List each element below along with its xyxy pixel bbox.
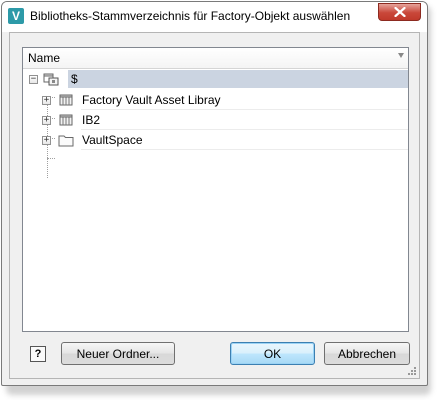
tree-node-label: VaultSpace (82, 133, 143, 147)
expand-toggle[interactable]: + (42, 116, 51, 125)
expand-toggle[interactable]: + (42, 136, 51, 145)
tree-row[interactable]: + Factory Vault Asset Libray (23, 90, 408, 110)
library-root-icon (43, 73, 59, 86)
tree-node-label: $ (71, 72, 78, 86)
close-icon (393, 7, 406, 17)
close-button[interactable] (378, 3, 421, 21)
resize-grip-icon[interactable] (407, 366, 417, 376)
vault-app-icon: V (8, 8, 24, 24)
help-button[interactable]: ? (30, 346, 46, 362)
tree-row[interactable]: + VaultSpace (23, 130, 408, 150)
library-icon (59, 114, 73, 126)
window-title: Bibliotheks-Stammverzeichnis für Factory… (30, 9, 351, 23)
tree-row[interactable]: + IB2 (23, 110, 408, 130)
column-header-name[interactable]: Name (23, 48, 408, 69)
dialog-window: V Bibliotheks-Stammverzeichnis für Facto… (1, 1, 428, 386)
library-icon (59, 94, 73, 106)
tree-connector-line (47, 158, 55, 159)
library-tree-view[interactable]: Name − $ + Factory Vault Asset Libray + … (22, 47, 409, 332)
tree-node-label: IB2 (82, 113, 101, 127)
new-folder-button[interactable]: Neuer Ordner... (61, 342, 175, 365)
sort-arrow-icon (398, 53, 404, 58)
column-header-label: Name (28, 51, 61, 65)
collapse-toggle[interactable]: − (29, 75, 38, 84)
expand-toggle[interactable]: + (42, 96, 51, 105)
title-bar[interactable]: V Bibliotheks-Stammverzeichnis für Facto… (2, 2, 427, 32)
cancel-button[interactable]: Abbrechen (324, 342, 410, 365)
tree-row-root[interactable]: − $ (23, 69, 408, 89)
tree-node-label: Factory Vault Asset Libray (82, 93, 221, 107)
ok-button[interactable]: OK (230, 342, 315, 365)
selection-highlight (68, 70, 408, 88)
row-separator (81, 149, 408, 150)
dialog-client-area: Name − $ + Factory Vault Asset Libray + … (9, 32, 420, 379)
folder-icon (58, 135, 74, 147)
